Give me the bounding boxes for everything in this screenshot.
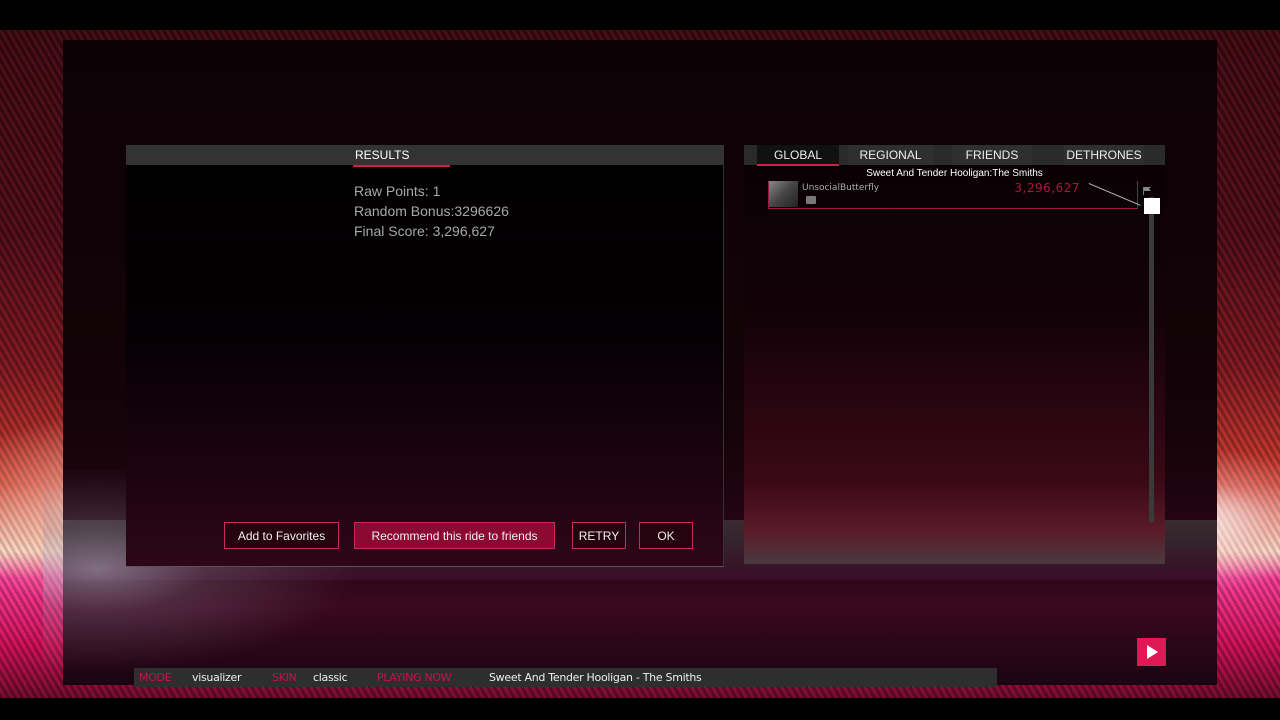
flag-icon[interactable]	[1143, 187, 1151, 195]
playing-now-value: Sweet And Tender Hooligan - The Smiths	[489, 671, 702, 684]
status-bar: MODE visualizer SKIN classic PLAYING NOW…	[134, 668, 997, 687]
results-stats: Raw Points: 1 Random Bonus:3296626 Final…	[354, 181, 509, 241]
playing-now-label: PLAYING NOW	[377, 671, 452, 684]
leaderboard-entry[interactable]: UnsocialButterfly 3,296,627	[768, 181, 1141, 209]
tab-dethrones[interactable]: DETHRONES	[1064, 145, 1144, 165]
raw-points: Raw Points: 1	[354, 183, 441, 199]
leaderboard-panel: GLOBAL REGIONAL FRIENDS DETHRONES Sweet …	[744, 145, 1165, 564]
results-panel-header: RESULTS	[126, 145, 723, 167]
mode-value: visualizer	[192, 671, 242, 684]
add-to-favorites-button[interactable]: Add to Favorites	[224, 522, 339, 549]
play-button[interactable]	[1137, 638, 1166, 666]
tab-friends[interactable]: FRIENDS	[952, 145, 1032, 165]
mode-label: MODE	[139, 671, 172, 684]
retry-button[interactable]: RETRY	[572, 522, 626, 549]
recommend-button[interactable]: Recommend this ride to friends	[354, 522, 555, 549]
scrollbar-thumb[interactable]	[1144, 198, 1160, 214]
entry-connector-line	[1088, 183, 1141, 206]
ok-button[interactable]: OK	[639, 522, 693, 549]
leaderboard-scrollbar[interactable]	[1149, 197, 1154, 522]
entry-username[interactable]: UnsocialButterfly	[802, 183, 879, 193]
results-panel: RESULTS Raw Points: 1 Random Bonus:32966…	[126, 145, 724, 567]
leaderboard-song-title: Sweet And Tender Hooligan:The Smiths	[866, 168, 1043, 179]
final-score: Final Score: 3,296,627	[354, 223, 495, 239]
tab-results[interactable]: RESULTS	[353, 145, 451, 167]
chat-icon[interactable]	[806, 196, 816, 204]
tab-regional[interactable]: REGIONAL	[848, 145, 933, 165]
entry-score: 3,296,627	[1014, 181, 1080, 195]
skin-label: SKIN	[272, 671, 297, 684]
skin-value: classic	[313, 671, 348, 684]
bottom-letterbox	[0, 698, 1280, 720]
avatar	[769, 181, 798, 207]
tab-global[interactable]: GLOBAL	[757, 145, 839, 166]
random-bonus: Random Bonus:3296626	[354, 203, 509, 219]
leaderboard-tabs: GLOBAL REGIONAL FRIENDS DETHRONES	[744, 145, 1165, 166]
